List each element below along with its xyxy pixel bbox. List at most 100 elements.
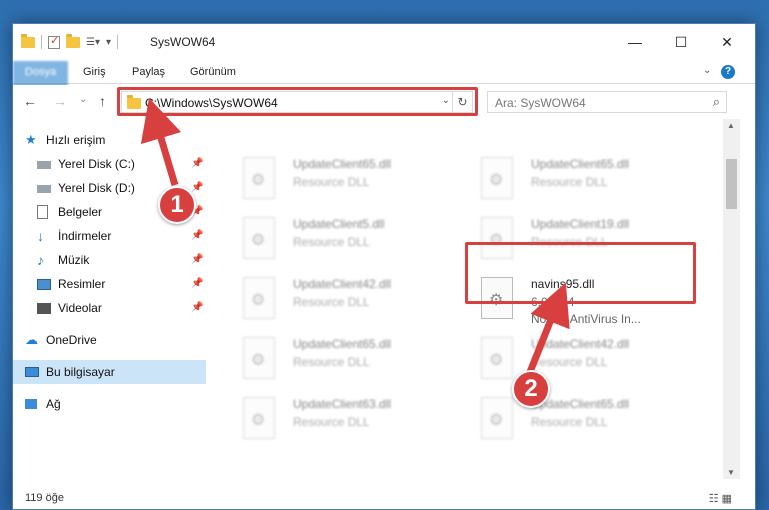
forward-button[interactable]: → bbox=[53, 93, 67, 109]
cloud-icon: ☁ bbox=[25, 332, 38, 347]
file-name: UpdateClient42.dll bbox=[293, 277, 392, 291]
pin-icon: 📌 bbox=[191, 278, 204, 289]
videos-icon bbox=[37, 303, 51, 314]
back-button[interactable]: ← bbox=[23, 93, 37, 109]
pin-icon: 📌 bbox=[191, 230, 204, 241]
download-icon: ↓ bbox=[37, 228, 44, 244]
file-type: Resource DLL bbox=[293, 235, 370, 249]
sidebar-item-label: İndirmeler bbox=[58, 229, 112, 243]
tab-view[interactable]: Görünüm bbox=[177, 61, 249, 84]
scroll-down-icon[interactable]: ▼ bbox=[727, 468, 735, 477]
file-name: UpdateClient19.dll bbox=[531, 217, 630, 231]
sidebar-item-label: Videolar bbox=[58, 301, 102, 315]
file-type: Resource DLL bbox=[293, 415, 370, 429]
address-highlight-box bbox=[117, 87, 478, 116]
vertical-scrollbar[interactable]: ▲ ▼ bbox=[723, 119, 740, 479]
callout-1: 1 bbox=[158, 186, 196, 224]
sidebar-item-music[interactable]: ♪ Müzik 📌 bbox=[13, 248, 206, 272]
view-toggle-icons[interactable]: ☷▦ bbox=[709, 492, 735, 505]
help-icon[interactable]: ? bbox=[721, 65, 735, 79]
quick-access-toolbar: ☰▾ ▾ bbox=[21, 33, 119, 49]
sidebar-item-quick-access[interactable]: ★ Hızlı erişim bbox=[13, 128, 206, 152]
recent-locations-button[interactable]: ⌄ bbox=[79, 94, 87, 105]
file-item[interactable]: UpdateClient65.dll Resource DLL bbox=[223, 329, 453, 385]
sidebar-item-label: OneDrive bbox=[46, 333, 97, 347]
dll-file-icon bbox=[481, 337, 513, 379]
sidebar-item-this-pc[interactable]: Bu bilgisayar bbox=[13, 360, 206, 384]
sidebar-item-downloads[interactable]: ↓ İndirmeler 📌 bbox=[13, 224, 206, 248]
file-item[interactable]: UpdateClient65.dll Resource DLL bbox=[461, 389, 691, 445]
sidebar-item-onedrive[interactable]: ☁ OneDrive bbox=[13, 328, 206, 352]
window-title: SysWOW64 bbox=[150, 35, 216, 49]
close-button[interactable]: ✕ bbox=[704, 24, 750, 60]
sidebar-item-label: Müzik bbox=[58, 253, 90, 267]
file-type: Resource DLL bbox=[531, 175, 608, 189]
file-highlight-box bbox=[465, 242, 696, 304]
sidebar-item-label: Bu bilgisayar bbox=[46, 365, 115, 379]
drive-icon bbox=[37, 185, 51, 193]
dll-file-icon bbox=[243, 337, 275, 379]
sidebar-item-videos[interactable]: Videolar 📌 bbox=[13, 296, 206, 320]
scrollbar-thumb[interactable] bbox=[726, 159, 737, 209]
file-item[interactable]: UpdateClient63.dll Resource DLL bbox=[223, 389, 453, 445]
tab-share[interactable]: Paylaş bbox=[119, 61, 178, 84]
sidebar-item-label: Hızlı erişim bbox=[46, 133, 106, 147]
sidebar-item-label: Ağ bbox=[46, 397, 61, 411]
file-item[interactable]: UpdateClient65.dll Resource DLL bbox=[461, 149, 691, 205]
pictures-icon bbox=[37, 279, 51, 290]
file-name: UpdateClient42.dll bbox=[531, 337, 630, 351]
file-name: UpdateClient63.dll bbox=[293, 397, 392, 411]
file-company: Norton AntiVirus In... bbox=[531, 312, 641, 326]
minimize-button[interactable]: — bbox=[612, 24, 658, 60]
file-item[interactable]: UpdateClient65.dll Resource DLL bbox=[223, 149, 453, 205]
pin-icon: 📌 bbox=[191, 302, 204, 313]
sidebar-item-disk-c[interactable]: Yerel Disk (C:) 📌 bbox=[13, 152, 206, 176]
file-type: Resource DLL bbox=[293, 175, 370, 189]
pin-icon: 📌 bbox=[191, 158, 204, 169]
dll-file-icon bbox=[481, 397, 513, 439]
star-icon: ★ bbox=[25, 132, 37, 147]
tab-home[interactable]: Giriş bbox=[70, 61, 119, 84]
separator bbox=[117, 35, 119, 49]
file-name: UpdateClient5.dll bbox=[293, 217, 385, 231]
ribbon-tabs: Dosya Giriş Paylaş Görünüm ⌄ ? bbox=[13, 61, 755, 117]
maximize-button[interactable]: ☐ bbox=[658, 24, 704, 60]
file-type: Resource DLL bbox=[531, 415, 608, 429]
new-folder-icon[interactable] bbox=[66, 33, 80, 48]
scroll-up-icon[interactable]: ▲ bbox=[727, 121, 735, 130]
navigation-bar: ← → ⌄ ↑ C:\Windows\SysWOW64 ⌄ ↻ Ara: Sys… bbox=[13, 85, 755, 119]
dll-file-icon bbox=[243, 397, 275, 439]
dll-file-icon bbox=[243, 277, 275, 319]
computer-icon bbox=[25, 367, 39, 377]
item-count: 119 öğe bbox=[25, 492, 64, 504]
sidebar-item-label: Resimler bbox=[58, 277, 106, 291]
expand-ribbon-icon[interactable]: ⌄ bbox=[703, 65, 711, 76]
folder-icon bbox=[21, 33, 35, 48]
sidebar-item-network[interactable]: Ağ bbox=[13, 392, 206, 416]
sidebar-item-label: Yerel Disk (C:) bbox=[58, 157, 135, 171]
network-icon bbox=[25, 399, 37, 409]
file-name: UpdateClient65.dll bbox=[531, 157, 630, 171]
pin-icon: 📌 bbox=[191, 254, 204, 265]
navigation-pane: ★ Hızlı erişim Yerel Disk (C:) 📌 Yerel D… bbox=[13, 124, 208, 478]
properties-icon[interactable] bbox=[48, 34, 60, 49]
file-name: UpdateClient65.dll bbox=[293, 337, 392, 351]
search-placeholder: Ara: SysWOW64 bbox=[495, 96, 586, 110]
up-button[interactable]: ↑ bbox=[99, 93, 106, 109]
drive-icon bbox=[37, 161, 51, 169]
file-type: Resource DLL bbox=[531, 355, 608, 369]
sidebar-item-pictures[interactable]: Resimler 📌 bbox=[13, 272, 206, 296]
file-item[interactable]: UpdateClient5.dll Resource DLL bbox=[223, 209, 453, 265]
search-icon[interactable]: ⌕ bbox=[713, 94, 720, 110]
file-item[interactable]: UpdateClient42.dll Resource DLL bbox=[223, 269, 453, 325]
file-name: UpdateClient65.dll bbox=[293, 157, 392, 171]
search-input[interactable]: Ara: SysWOW64 ⌕ bbox=[487, 91, 727, 113]
file-item[interactable]: UpdateClient42.dll Resource DLL bbox=[461, 329, 691, 385]
customize-toolbar-icon[interactable]: ☰▾ bbox=[86, 37, 100, 48]
documents-icon bbox=[37, 205, 48, 219]
sidebar-item-label: Yerel Disk (D:) bbox=[58, 181, 135, 195]
dll-file-icon bbox=[243, 217, 275, 259]
dll-file-icon bbox=[481, 157, 513, 199]
toolbar-dropdown-icon[interactable]: ▾ bbox=[106, 37, 111, 48]
callout-2: 2 bbox=[512, 370, 550, 408]
